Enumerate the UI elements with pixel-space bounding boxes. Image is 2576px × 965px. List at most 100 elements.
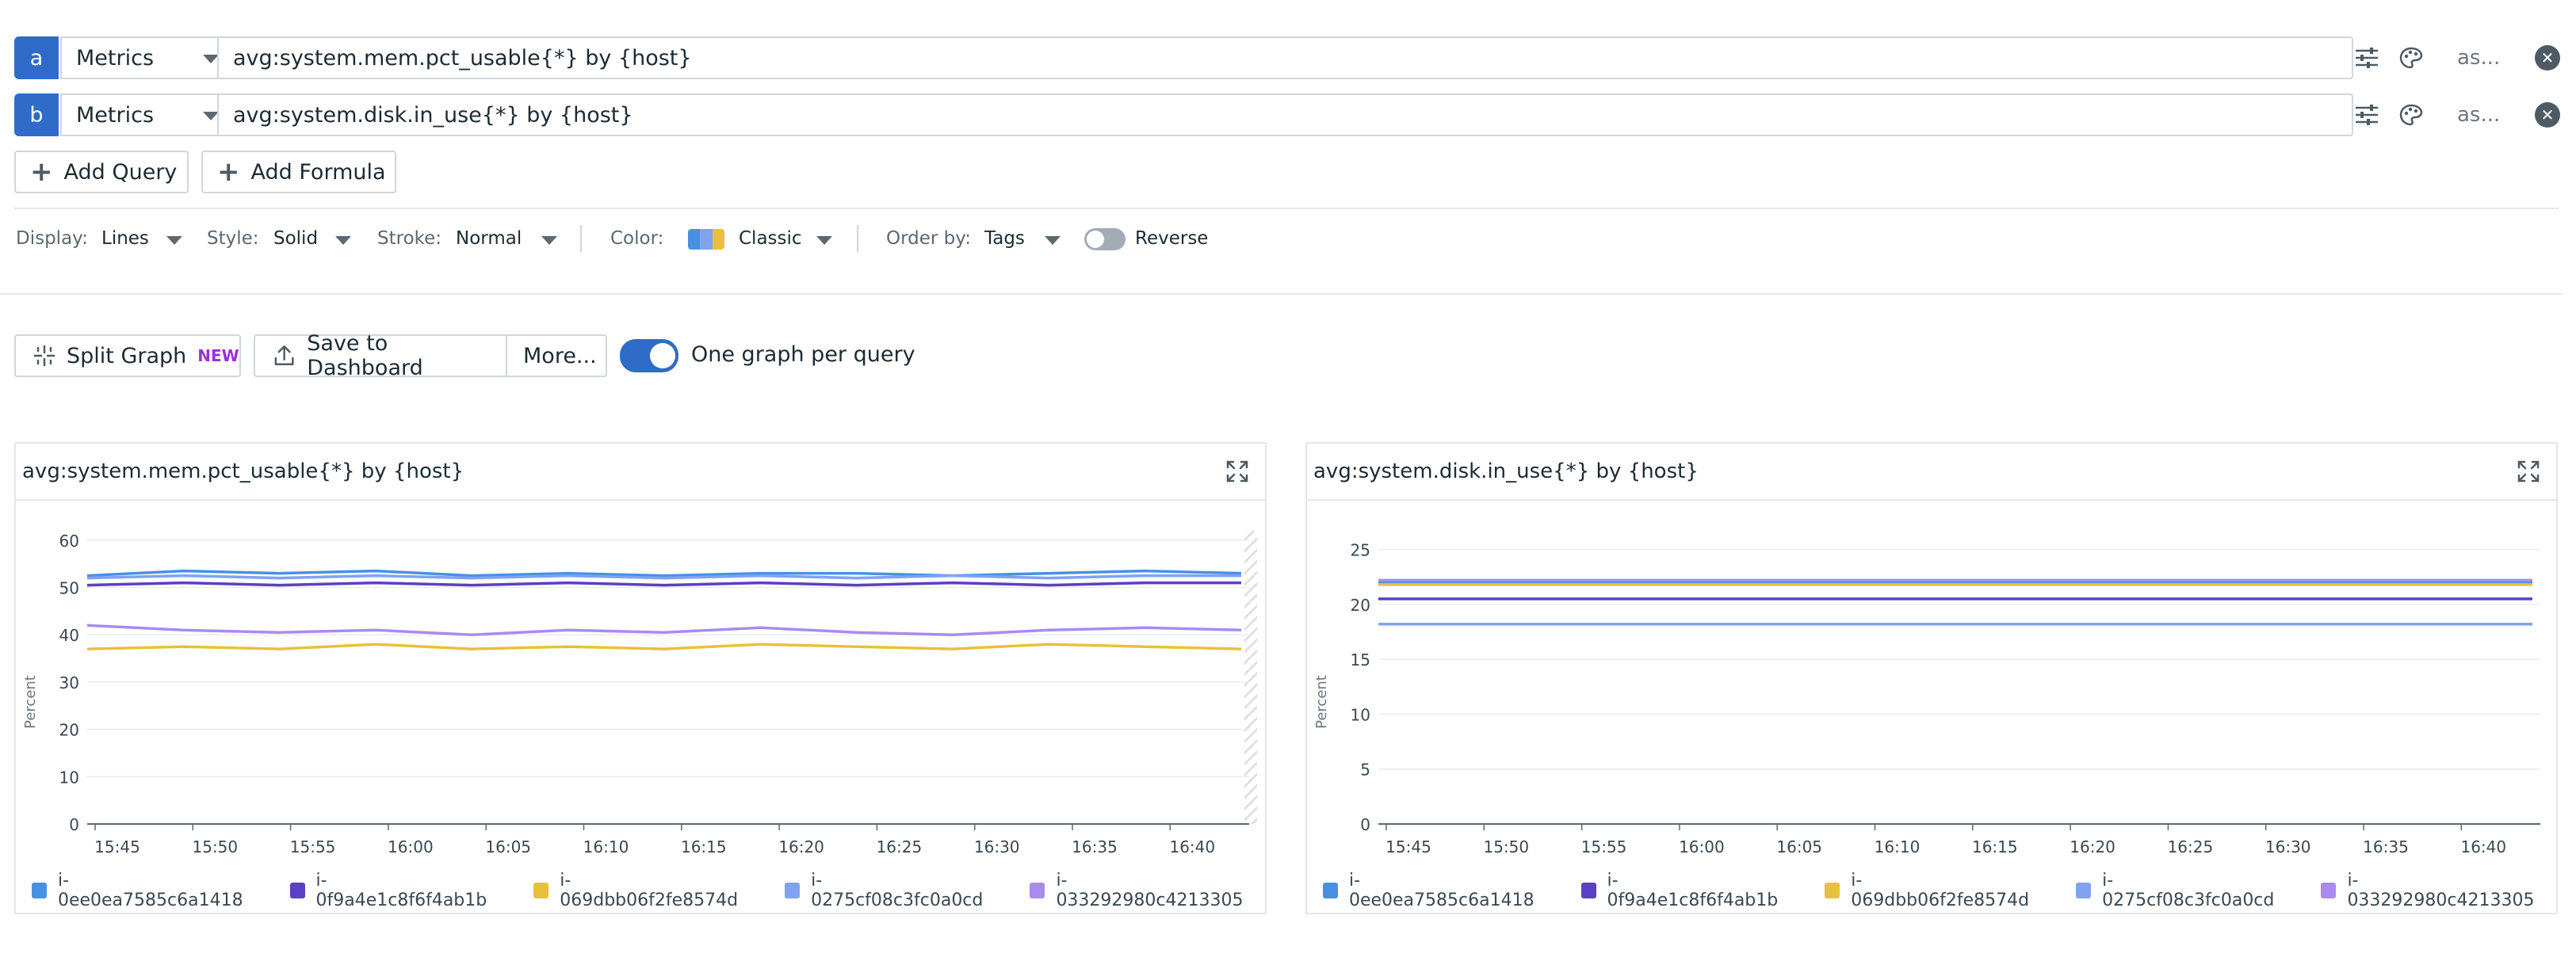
plus-icon: +: [217, 156, 240, 188]
x-tick-label: 16:35: [2363, 837, 2409, 854]
legend-item[interactable]: i-0275cf08c3fc0a0cd: [785, 871, 984, 910]
add-query-button[interactable]: + Add Query: [14, 151, 189, 193]
x-tick-label: 16:25: [877, 837, 923, 854]
legend-item[interactable]: i-0f9a4e1c8f6f4ab1b: [1580, 871, 1779, 910]
legend-item[interactable]: i-069dbb06f2fe8574d: [533, 871, 739, 910]
y-tick-label: 60: [59, 532, 79, 551]
legend-label: i-0ee0ea7585c6a1418: [1348, 871, 1535, 910]
sliders-icon[interactable]: [2354, 103, 2379, 127]
y-tick-label: 25: [1351, 541, 1370, 560]
legend-label: i-0ee0ea7585c6a1418: [57, 871, 243, 910]
data-source-label: Metrics: [76, 102, 155, 128]
order-by-value: Tags: [984, 228, 1025, 249]
more-button[interactable]: More...: [506, 334, 607, 377]
order-by-label: Order by:: [886, 228, 971, 249]
series-line: [86, 581, 1241, 587]
x-tick-label: 16:10: [1875, 837, 1921, 854]
legend-swatch: [1030, 883, 1045, 898]
legend-label: i-033292980c4213305: [1056, 871, 1244, 910]
x-tick-label: 15:50: [1483, 837, 1529, 854]
x-tick-label: 16:35: [1072, 837, 1118, 854]
query-alias-b[interactable]: as...: [2457, 103, 2500, 127]
close-icon[interactable]: ✕: [2535, 45, 2560, 71]
style-select[interactable]: Solid: [273, 228, 353, 252]
color-value: Classic: [739, 228, 802, 249]
toggle-knob: [650, 343, 675, 368]
color-select[interactable]: Classic: [688, 228, 834, 252]
y-tick-label: 50: [59, 579, 79, 598]
chevron-down-icon: [203, 55, 219, 63]
x-tick-label: 16:05: [485, 837, 531, 854]
close-icon[interactable]: ✕: [2535, 102, 2560, 128]
reverse-label: Reverse: [1135, 228, 1209, 249]
color-label: Color:: [610, 228, 664, 249]
query-alias-a[interactable]: as...: [2457, 46, 2500, 70]
query-expression-input-a[interactable]: avg:system.mem.pct_usable{*} by {host}: [217, 36, 2353, 79]
palette-icon[interactable]: [2398, 46, 2424, 70]
data-source-select-b[interactable]: Metrics: [60, 93, 230, 136]
separator: [580, 225, 582, 252]
divider: [14, 208, 2559, 209]
expand-icon[interactable]: [2517, 460, 2540, 483]
partial-data-hatch: [1244, 531, 1257, 824]
legend-item[interactable]: i-0ee0ea7585c6a1418: [1323, 871, 1535, 910]
reverse-toggle[interactable]: [1084, 228, 1126, 250]
stroke-select[interactable]: Normal: [456, 228, 559, 252]
split-graph-label: Split Graph: [67, 343, 187, 368]
add-formula-button[interactable]: + Add Formula: [201, 151, 396, 193]
panel-header: avg:system.mem.pct_usable{*} by {host}: [16, 444, 1265, 501]
sliders-icon[interactable]: [2354, 46, 2379, 70]
line-chart-mem: 0 10 20 30 40 50 60 Percent 15:45 15:50 15:55 16:00…: [22, 531, 1257, 854]
add-formula-label: Add Formula: [250, 159, 386, 185]
y-axis-label: Percent: [22, 675, 39, 729]
expand-icon[interactable]: [1225, 460, 1249, 483]
display-select[interactable]: Lines: [101, 228, 184, 252]
order-by-select[interactable]: Tags: [984, 228, 1061, 252]
y-tick-label: 0: [69, 815, 79, 834]
x-tick-label: 16:20: [2070, 837, 2115, 854]
legend-item[interactable]: i-0ee0ea7585c6a1418: [32, 871, 244, 910]
legend-item[interactable]: i-033292980c4213305: [2321, 871, 2535, 910]
split-grid-icon: [33, 345, 55, 367]
display-label: Display:: [16, 228, 88, 249]
save-to-dashboard-button[interactable]: Save to Dashboard: [254, 331, 507, 380]
x-tick-label: 15:55: [1581, 837, 1627, 854]
palette-icon[interactable]: [2398, 103, 2424, 127]
x-tick-label: 15:55: [290, 837, 336, 854]
chevron-down-icon: [203, 112, 219, 120]
legend-item[interactable]: i-033292980c4213305: [1030, 871, 1244, 910]
style-value: Solid: [273, 228, 319, 249]
x-tick-label: 16:00: [388, 837, 434, 854]
series-line: [86, 643, 1242, 650]
legend-swatch: [289, 883, 305, 898]
y-tick-label: 10: [59, 768, 79, 787]
query-row-a: a Metrics avg:system.mem.pct_usable{*} b…: [14, 36, 2566, 79]
data-source-select-a[interactable]: Metrics: [60, 36, 230, 79]
legend-label: i-0275cf08c3fc0a0cd: [2102, 871, 2275, 910]
style-label: Style:: [207, 228, 259, 249]
legend-item[interactable]: i-0275cf08c3fc0a0cd: [2076, 871, 2275, 910]
legend-label: i-069dbb06f2fe8574d: [560, 871, 739, 910]
query-row-b: b Metrics avg:system.disk.in_use{*} by {…: [14, 93, 2566, 136]
separator: [857, 225, 858, 252]
y-tick-label: 30: [59, 673, 79, 692]
query-letter-a[interactable]: a: [14, 36, 59, 79]
legend-swatch: [2076, 883, 2092, 898]
one-graph-per-query-toggle[interactable]: [620, 339, 678, 372]
chevron-down-icon: [1045, 236, 1061, 245]
query-letter-b[interactable]: b: [14, 93, 59, 136]
legend: i-0ee0ea7585c6a1418 i-0f9a4e1c8f6f4ab1b i-…: [16, 871, 1265, 910]
graph-title: avg:system.mem.pct_usable{*} by {host}: [22, 460, 464, 483]
chevron-down-icon: [816, 236, 832, 245]
chevron-down-icon: [335, 236, 351, 245]
legend-swatch: [1323, 883, 1338, 898]
x-tick-label: 16:40: [1169, 837, 1215, 854]
panel-header: avg:system.disk.in_use{*} by {host}: [1307, 444, 2556, 501]
line-chart-disk: 0 5 10 15 20 25 Percent 15:45 15:50 15:55 16:00 16:…: [1313, 541, 2540, 854]
legend-item[interactable]: i-069dbb06f2fe8574d: [1825, 871, 2030, 910]
x-tick-label: 16:40: [2460, 837, 2506, 854]
legend-item[interactable]: i-0f9a4e1c8f6f4ab1b: [289, 871, 488, 910]
query-expression-input-b[interactable]: avg:system.disk.in_use{*} by {host}: [217, 93, 2353, 136]
split-graph-button[interactable]: Split Graph NEW: [14, 334, 241, 377]
legend-swatch: [2321, 883, 2337, 898]
